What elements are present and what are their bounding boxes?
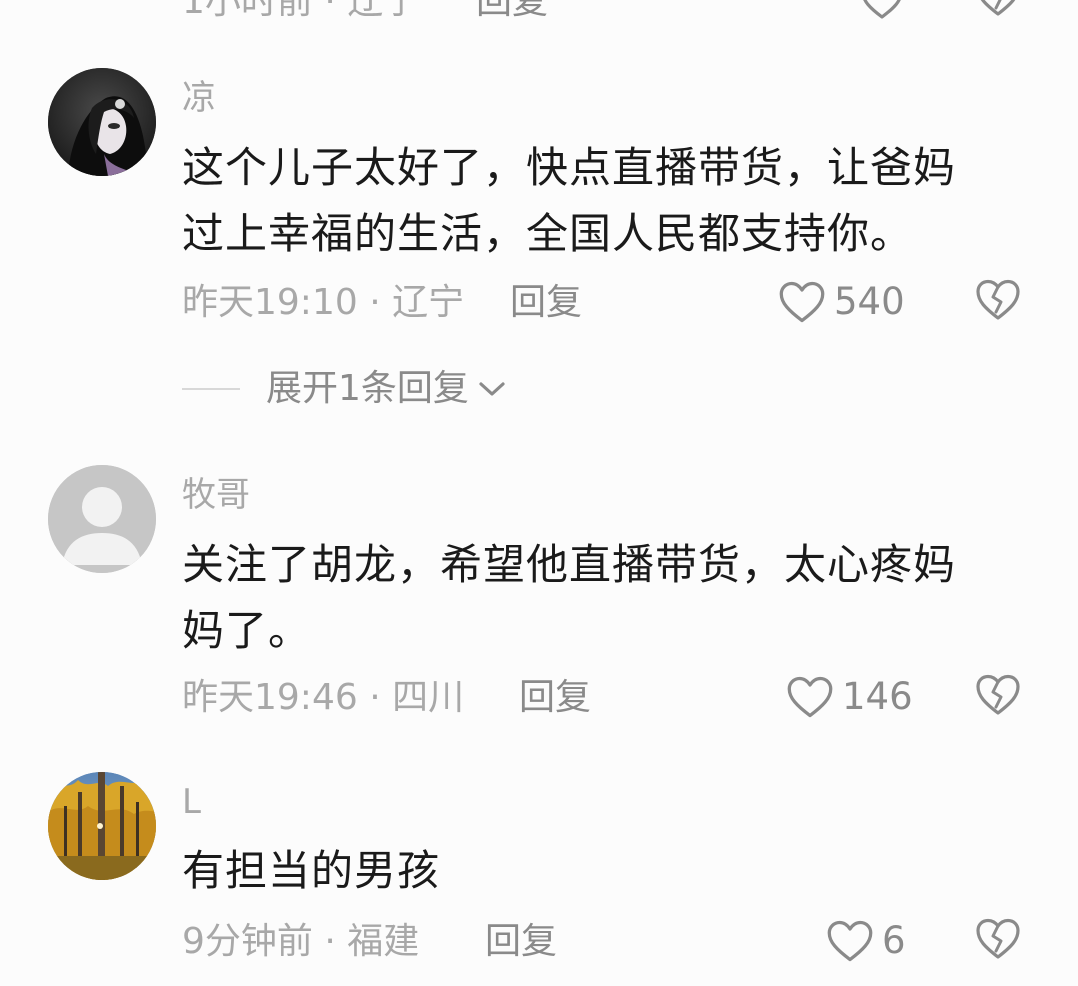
avatar[interactable] (48, 772, 156, 880)
reply-button[interactable]: 回复 (510, 281, 582, 325)
heart-outline-icon (863, 0, 901, 19)
dislike-button[interactable] (974, 673, 1024, 721)
dislike-button[interactable] (974, 0, 1024, 22)
comment-text-line: 这个儿子太好了，快点直播带货，让爸妈 (182, 143, 957, 192)
heart-outline-icon (787, 676, 833, 718)
reply-button[interactable]: 回复 (519, 676, 591, 720)
like-button[interactable]: 540 (778, 276, 905, 328)
partial-comment-footer: 1小时前 · 辽宁 回复 (0, 0, 1078, 22)
chevron-down-icon (479, 382, 505, 396)
comment-text-line: 关注了胡龙，希望他直播带货，太心疼妈 (182, 540, 957, 589)
comment-meta: 昨天19:46 · 四川 (182, 677, 465, 718)
divider (182, 388, 240, 390)
reply-button[interactable]: 回复 (485, 920, 557, 964)
heart-outline-icon (779, 281, 825, 323)
like-button[interactable] (860, 0, 904, 26)
username[interactable]: 牧哥 (182, 475, 250, 515)
like-button[interactable]: 146 (786, 671, 913, 723)
heart-outline-icon (827, 920, 873, 962)
comment-list[interactable]: 1小时前 · 辽宁 回复 凉 这个儿子太好了，快点直播带货，让爸妈 过上幸福的生… (0, 0, 1078, 986)
comment-text: 这个儿子太好了，快点直播带货，让爸妈 过上幸福的生活，全国人民都支持你。 (182, 135, 1012, 267)
expand-replies-button[interactable]: 展开1条回复 (182, 366, 507, 412)
comment-text: 有担当的男孩 (182, 838, 1012, 904)
comment-meta: 1小时前 · 辽宁 (182, 0, 420, 22)
reply-button[interactable]: 回复 (476, 0, 548, 24)
avatar[interactable] (48, 465, 156, 573)
broken-heart-icon (976, 674, 1020, 715)
dislike-button[interactable] (974, 278, 1024, 326)
dislike-button[interactable] (974, 917, 1024, 965)
broken-heart-icon (976, 918, 1020, 959)
like-count: 6 (882, 919, 906, 962)
like-count: 146 (842, 675, 913, 718)
broken-heart-icon (980, 0, 1016, 16)
default-user-avatar-icon (48, 465, 156, 573)
broken-heart-icon (976, 279, 1020, 320)
avatar[interactable] (48, 68, 156, 176)
like-button[interactable]: 6 (826, 915, 906, 967)
like-count: 540 (834, 280, 905, 323)
username[interactable]: 凉 (182, 78, 216, 118)
dark-anime-avatar-icon (48, 68, 156, 176)
comment-text-line: 有担当的男孩 (182, 846, 441, 895)
comment-text: 关注了胡龙，希望他直播带货，太心疼妈 妈了。 (182, 532, 1012, 664)
comment-meta: 9分钟前 · 福建 (182, 921, 420, 962)
expand-replies-label: 展开1条回复 (266, 368, 469, 409)
autumn-forest-avatar-icon (48, 772, 156, 880)
username[interactable]: L (182, 782, 201, 822)
comment-meta: 昨天19:10 · 辽宁 (182, 282, 465, 323)
comment-text-line: 过上幸福的生活，全国人民都支持你。 (182, 209, 914, 258)
comment-text-line: 妈了。 (182, 606, 312, 655)
